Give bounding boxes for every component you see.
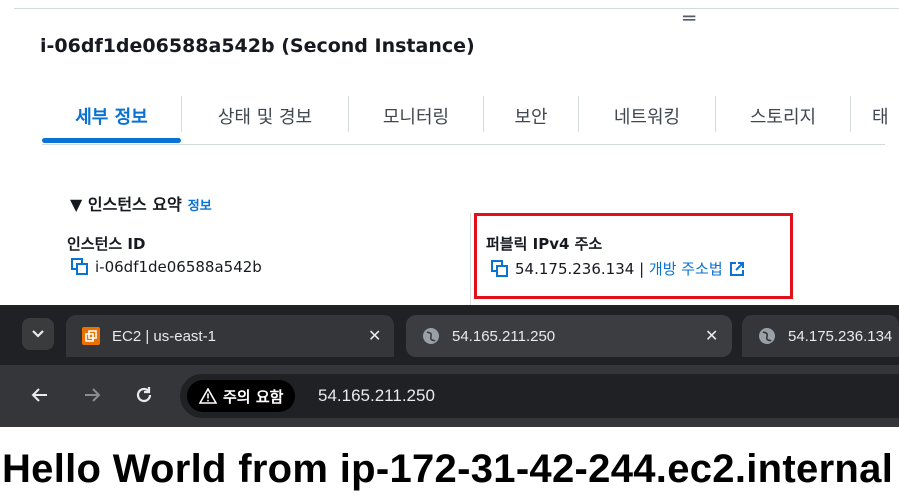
back-button[interactable]	[28, 383, 52, 407]
instance-id-value-row: i-06df1de06588a542b	[71, 258, 262, 276]
tab-details[interactable]: 세부 정보	[42, 96, 181, 136]
web-page-content: Hello World from ip-172-31-42-244.ec2.in…	[0, 427, 899, 502]
tabs-divider	[42, 144, 885, 145]
aws-console-panel: ═ i-06df1de06588a542b (Second Instance) …	[0, 0, 899, 305]
close-icon[interactable]: ✕	[705, 326, 718, 345]
tab-title: 54.175.236.134	[788, 327, 893, 345]
forward-button[interactable]	[80, 383, 104, 407]
tab-title: 54.165.211.250	[452, 327, 556, 345]
copy-icon[interactable]	[71, 258, 89, 276]
page-heading: Hello World from ip-172-31-42-244.ec2.in…	[2, 447, 894, 491]
tab-tags[interactable]: 태	[872, 96, 899, 136]
browser-tab-strip: EC2 | us-east-1 ✕ 54.165.211.250 ✕ 54.17…	[0, 305, 899, 365]
instance-id-value: i-06df1de06588a542b	[95, 258, 262, 276]
instance-id-label: 인스턴스 ID	[67, 235, 146, 253]
tab-security[interactable]: 보안	[484, 96, 578, 136]
reload-button[interactable]	[132, 383, 156, 407]
url-text[interactable]: 54.165.211.250	[318, 386, 435, 406]
tab-status-alarms[interactable]: 상태 및 경보	[182, 96, 348, 136]
browser-tab-active[interactable]: 54.165.211.250	[406, 315, 732, 357]
arrow-left-icon	[31, 388, 47, 402]
browser-window: EC2 | us-east-1 ✕ 54.165.211.250 ✕ 54.17…	[0, 305, 899, 502]
active-tab-indicator	[42, 138, 181, 143]
chevron-down-icon	[32, 330, 44, 338]
warning-icon	[199, 388, 217, 404]
instance-summary-heading[interactable]: ▼ 인스턴스 요약 정보	[70, 191, 212, 215]
browser-tab-third[interactable]: 54.175.236.134	[742, 315, 899, 357]
panel-divider	[14, 8, 899, 9]
tab-storage[interactable]: 스토리지	[716, 96, 850, 136]
tab-networking[interactable]: 네트워킹	[579, 96, 715, 136]
address-bar[interactable]: 주의 요함 54.165.211.250	[180, 374, 899, 418]
browser-tab-ec2[interactable]: EC2 | us-east-1	[66, 315, 394, 357]
close-icon[interactable]: ✕	[368, 326, 381, 345]
browser-toolbar: 주의 요함 54.165.211.250	[0, 365, 899, 427]
aws-ec2-icon	[82, 327, 100, 345]
instance-title: i-06df1de06588a542b (Second Instance)	[40, 35, 475, 57]
column-divider	[470, 213, 471, 305]
tab-monitoring[interactable]: 모니터링	[349, 96, 483, 136]
tab-separator	[850, 96, 851, 132]
summary-heading-text: ▼ 인스턴스 요약	[70, 195, 182, 214]
resize-handle-icon[interactable]: ═	[683, 8, 695, 28]
security-warning-text: 주의 요함	[223, 387, 284, 406]
security-warning-chip[interactable]: 주의 요함	[187, 380, 296, 412]
tab-search-button[interactable]	[22, 318, 54, 350]
arrow-right-icon	[85, 388, 101, 402]
info-link[interactable]: 정보	[188, 199, 212, 214]
tab-title: EC2 | us-east-1	[112, 327, 216, 345]
highlight-box	[474, 213, 793, 299]
reload-icon	[136, 387, 152, 403]
globe-icon	[423, 328, 439, 344]
globe-icon	[759, 328, 775, 344]
